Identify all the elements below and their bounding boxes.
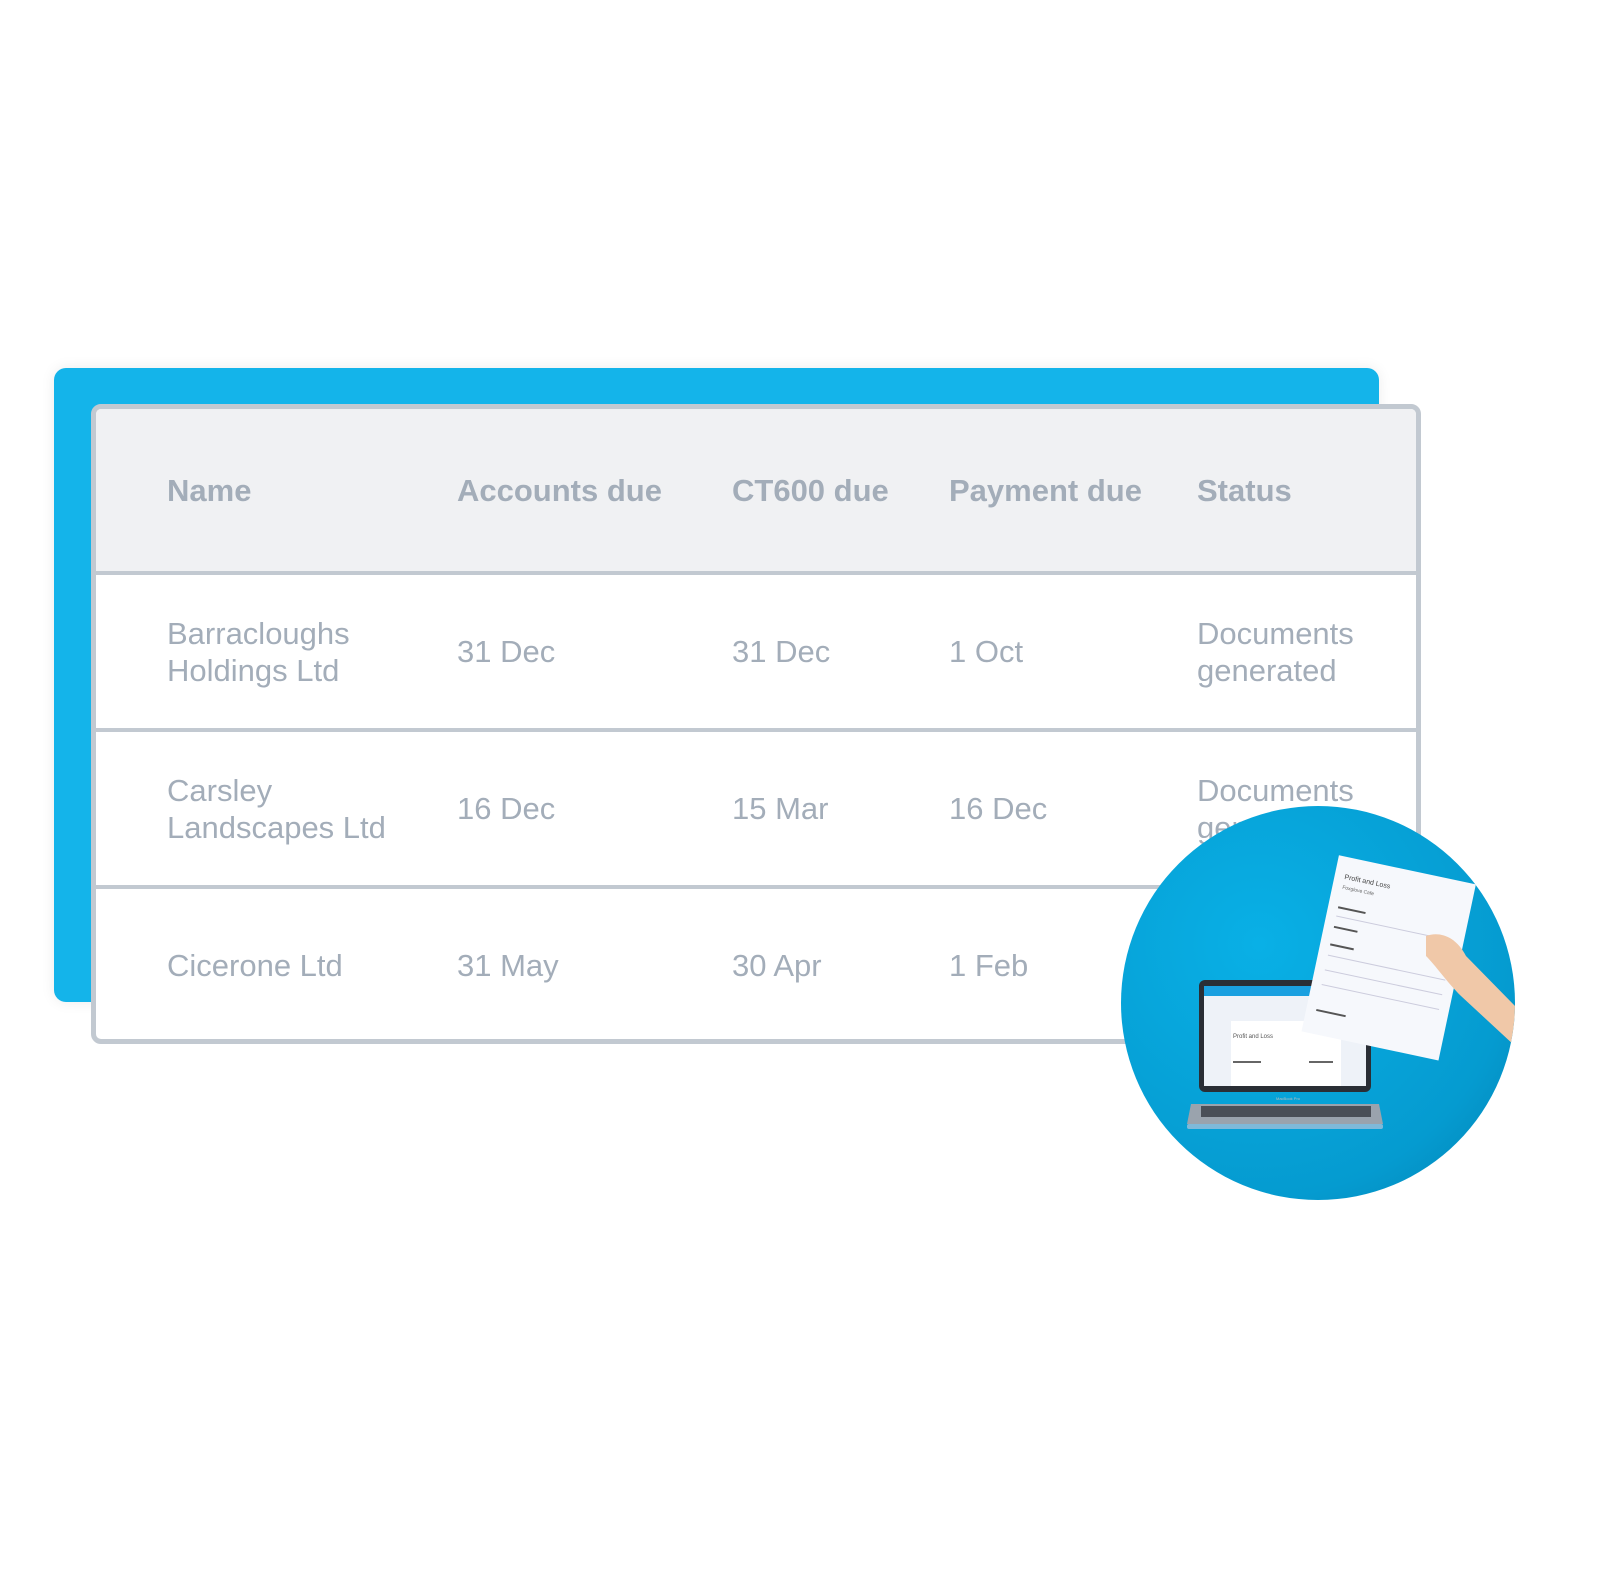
header-accounts-due[interactable]: Accounts due [457,472,662,509]
table-header: Name Accounts due CT600 due Payment due … [96,409,1416,575]
header-payment-due[interactable]: Payment due [949,472,1142,509]
cell-status: Documents generated [1197,615,1354,688]
cell-ct600-due: 30 Apr [732,948,822,983]
cell-payment-due: 16 Dec [949,791,1048,826]
cell-accounts-due: 16 Dec [457,791,556,826]
cell-name: Carsley Landscapes Ltd [167,772,386,845]
cell-accounts-due: 31 Dec [457,634,556,669]
cell-ct600-due: 31 Dec [732,634,831,669]
cell-name: Cicerone Ltd [167,948,343,983]
cell-ct600-due: 15 Mar [732,791,829,826]
cell-accounts-due: 31 May [457,948,559,983]
header-status[interactable]: Status [1197,472,1397,509]
cell-payment-due: 1 Oct [949,634,1024,669]
table-row[interactable]: Barracloughs Holdings Ltd 31 Dec 31 Dec … [96,575,1416,732]
laptop-document-photo: Profit and Loss MacBook Pro Profit and L… [1121,806,1515,1200]
cell-payment-due: 1 Feb [949,948,1029,983]
cell-name: Barracloughs Holdings Ltd [167,615,350,688]
header-ct600-due[interactable]: CT600 due [732,472,889,509]
header-name[interactable]: Name [167,472,447,509]
laptop-screen-title: Profit and Loss [1233,1034,1273,1040]
laptop-brand: MacBook Pro [1276,1096,1301,1101]
